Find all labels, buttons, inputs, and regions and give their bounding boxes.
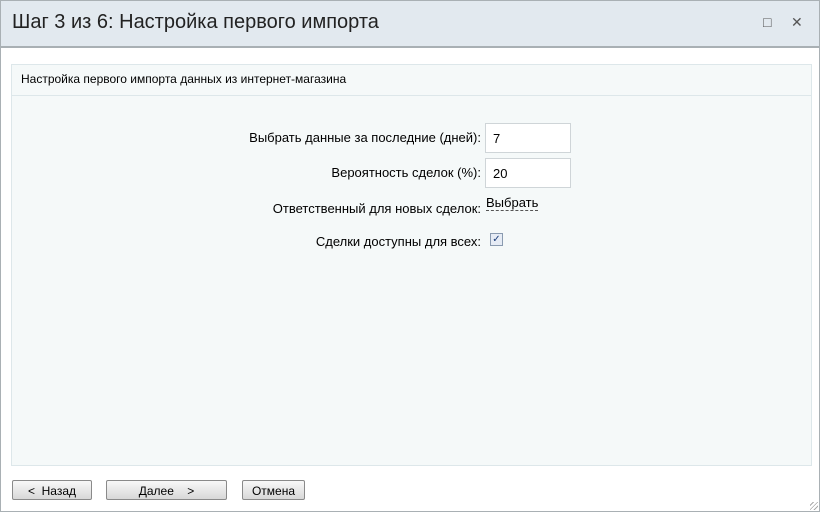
title-bar[interactable]: Шаг 3 из 6: Настройка первого импорта □ …: [1, 1, 819, 48]
dialog-title: Шаг 3 из 6: Настройка первого импорта: [12, 11, 379, 33]
public-checkbox[interactable]: ✓: [490, 233, 503, 246]
settings-panel: Настройка первого импорта данных из инте…: [11, 64, 812, 466]
wizard-dialog: Шаг 3 из 6: Настройка первого импорта □ …: [0, 0, 820, 512]
public-label: Сделки доступны для всех:: [315, 234, 481, 249]
resize-grip[interactable]: [810, 502, 818, 510]
panel-header: Настройка первого импорта данных из инте…: [12, 65, 811, 96]
probability-input[interactable]: [485, 158, 571, 188]
cancel-button[interactable]: Отмена: [242, 480, 305, 500]
responsible-label: Ответственный для новых сделок:: [272, 201, 481, 216]
close-icon[interactable]: ✕: [791, 14, 803, 31]
probability-label: Вероятность сделок (%):: [331, 165, 481, 180]
back-button[interactable]: < Назад: [12, 480, 92, 500]
select-responsible-link[interactable]: Выбрать: [486, 195, 539, 211]
next-button[interactable]: Далее >: [106, 480, 227, 500]
maximize-icon[interactable]: □: [763, 14, 771, 30]
days-label: Выбрать данные за последние (дней):: [249, 130, 481, 145]
days-input[interactable]: [485, 123, 571, 153]
